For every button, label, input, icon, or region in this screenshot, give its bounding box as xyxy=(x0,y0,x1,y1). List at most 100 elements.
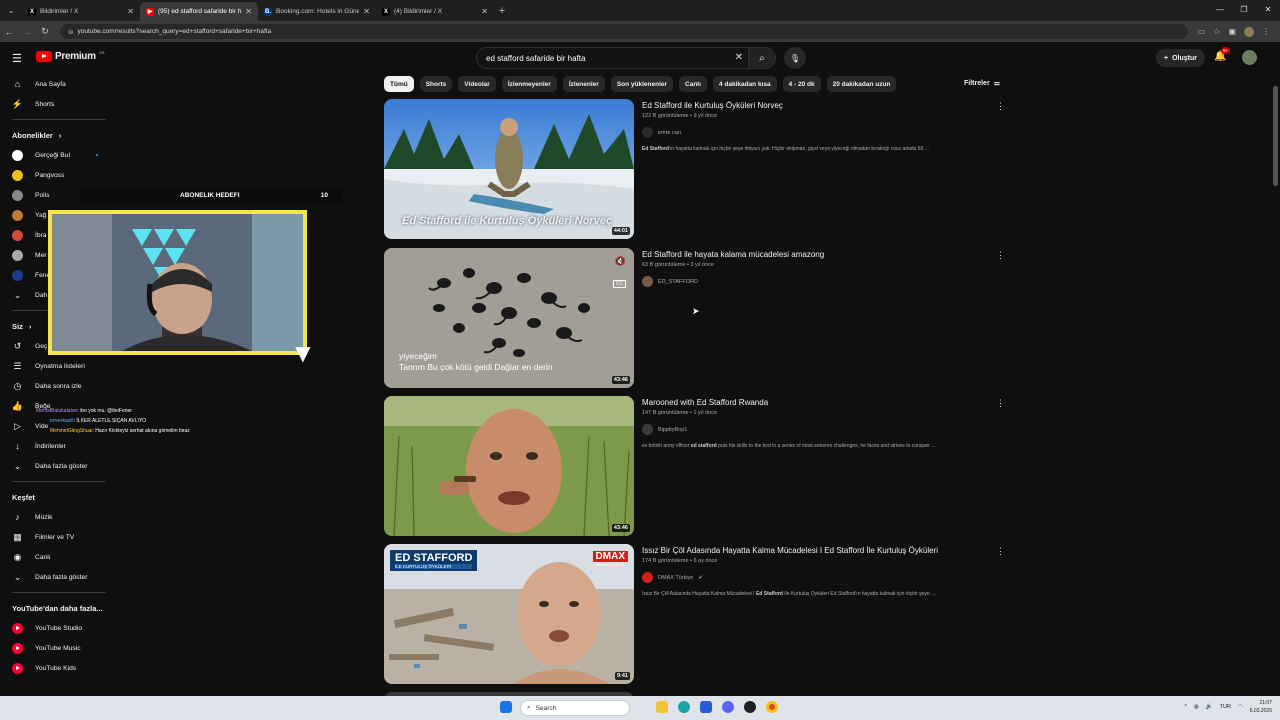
sidebar-item[interactable]: ◉ Canlı xyxy=(0,547,118,567)
channel-name[interactable]: BippityBop1 xyxy=(658,427,687,433)
video-thumbnail[interactable]: ED STAFFORD İLE KURTULUŞ ÖYKÜLERİ DMAX D… xyxy=(384,544,634,684)
filter-chip[interactable]: 4 - 20 dk xyxy=(782,76,821,92)
sidebar-item[interactable]: ↓ İndirilenler xyxy=(0,436,118,456)
youtube-premium-logo[interactable]: Premium GB xyxy=(36,50,104,62)
video-result[interactable]: 🔇 CC yiyeceğim Tanrım Bu çok kötü geldi … xyxy=(384,248,1005,388)
store-icon[interactable] xyxy=(700,701,712,713)
more-actions-icon[interactable]: ⋮ xyxy=(996,250,1005,261)
tray-chevron-icon[interactable]: ^ xyxy=(1184,704,1187,710)
browser-tab[interactable]: ▶ (95) ed stafford safaride bir haft ✕ xyxy=(140,2,258,21)
discord-icon[interactable] xyxy=(722,701,734,713)
account-avatar[interactable] xyxy=(1242,50,1257,65)
more-actions-icon[interactable]: ⋮ xyxy=(996,101,1005,112)
sidebar-item[interactable]: ◷ Daha sonra izle xyxy=(0,376,118,396)
start-windows-icon[interactable] xyxy=(500,701,512,713)
restore-icon[interactable]: ❐ xyxy=(1232,0,1256,20)
url-field[interactable]: ⊜ youtube.com/results?search_query=ed+st… xyxy=(60,24,1188,39)
sidebar-item[interactable]: ⚡ Shorts xyxy=(0,94,118,114)
filter-chip[interactable]: Son yüklenenler xyxy=(610,76,674,92)
sidebar-item[interactable]: YouTube Kids xyxy=(0,658,118,678)
more-actions-icon[interactable]: ⋮ xyxy=(996,546,1005,557)
filter-chip[interactable]: Videolar xyxy=(458,76,496,92)
clock[interactable]: 21:07 6.03.2026 xyxy=(1250,699,1272,715)
sidebar-item[interactable]: YouTube Studio xyxy=(0,618,118,638)
filter-chip[interactable]: Canlı xyxy=(679,76,707,92)
sidebar-section-header[interactable]: Keşfet xyxy=(0,487,118,507)
channel-name[interactable]: emre can xyxy=(658,130,681,136)
channel-avatar[interactable] xyxy=(642,276,653,287)
channel-name[interactable]: ED_STAFFORD xyxy=(658,279,698,285)
filters-button[interactable]: Filtreler ⚌ xyxy=(964,79,1000,88)
clear-search-icon[interactable]: ✕ xyxy=(735,52,743,63)
hamburger-menu-icon[interactable]: ☰ xyxy=(12,52,22,65)
menu-dots-icon[interactable]: ⋮ xyxy=(1262,27,1270,37)
site-info-icon[interactable]: ⊜ xyxy=(68,28,73,36)
captions-icon[interactable]: CC xyxy=(612,280,626,288)
browser-tab[interactable]: B. Booking.com: Hotels in Güney ✕ xyxy=(258,2,376,21)
tab-close-icon[interactable]: ✕ xyxy=(363,7,370,16)
video-title[interactable]: Ed Stafford ile Kurtuluş Öyküleri Norveç xyxy=(642,101,1002,110)
video-result[interactable]: Ed Stafford ile Kurtuluş Öyküleri Norveç… xyxy=(384,99,1005,239)
new-tab-button[interactable]: + xyxy=(494,5,510,17)
mute-icon[interactable]: 🔇 xyxy=(615,256,626,267)
sidebar-section-header[interactable]: YouTube'dan daha fazla... xyxy=(0,598,118,618)
sidebar-section-header[interactable]: Abonelikler › xyxy=(0,125,118,145)
sidebar-item[interactable]: ⌄ Daha fazla göster xyxy=(0,456,118,476)
filter-chip[interactable]: İzlenenler xyxy=(562,76,605,92)
video-title[interactable]: Ed Stafford ile hayata kalama mücadelesi… xyxy=(642,250,1002,259)
taskbar-search[interactable]: ⌕ Search xyxy=(520,700,630,716)
filter-chip[interactable]: Tümü xyxy=(384,76,414,92)
filter-chip[interactable]: 4 dakikadan kısa xyxy=(712,76,777,92)
sidebar-item[interactable]: ⌄ Daha fazla göster xyxy=(0,567,118,587)
sidebar-item[interactable]: ⌂ Ana Sayfa xyxy=(0,74,118,94)
minimize-icon[interactable]: — xyxy=(1208,0,1232,20)
search-input[interactable]: ed stafford safaride bir hafta ✕ xyxy=(476,47,750,69)
channel-avatar[interactable] xyxy=(642,127,653,138)
video-title[interactable]: Issız Bir Çöl Adasında Hayatta Kalma Müc… xyxy=(642,546,1002,555)
video-title[interactable]: Marooned with Ed Stafford Rwanda xyxy=(642,398,1002,407)
volume-icon[interactable]: 🔊 xyxy=(1206,704,1213,710)
browser-tab[interactable]: X (4) Bildirimler / X ✕ xyxy=(376,2,494,21)
more-actions-icon[interactable]: ⋮ xyxy=(996,398,1005,409)
tab-close-icon[interactable]: ✕ xyxy=(481,7,488,16)
sidebar-item[interactable]: YouTube Music xyxy=(0,638,118,658)
filter-chip[interactable]: İzlenmeyenler xyxy=(501,76,557,92)
sidebar-item[interactable]: ▦ Filmler ve TV xyxy=(0,527,118,547)
cast-icon[interactable]: ▭ xyxy=(1198,27,1206,37)
sidebar-item[interactable]: Pangvoss xyxy=(0,165,118,185)
browser-tab[interactable]: X Bildirimler / X ✕ xyxy=(22,2,140,21)
video-thumbnail[interactable]: Ed Stafford ile Kurtuluş Öyküleri Norveç… xyxy=(384,99,634,239)
channel-avatar[interactable] xyxy=(642,424,653,435)
notifications-button[interactable]: 🔔 9+ xyxy=(1214,47,1231,62)
video-thumbnail[interactable]: 43:46 xyxy=(384,396,634,536)
tab-search-icon[interactable]: ⌄ xyxy=(0,6,22,15)
chrome-icon[interactable] xyxy=(766,701,778,713)
wifi-icon[interactable]: ◠ xyxy=(1238,704,1243,710)
close-window-icon[interactable]: ✕ xyxy=(1256,0,1280,20)
reload-icon[interactable]: ↻ xyxy=(36,26,54,37)
input-language[interactable]: TUR xyxy=(1220,704,1231,710)
app-icon[interactable] xyxy=(744,701,756,713)
extensions-icon[interactable]: ▣ xyxy=(1228,27,1236,37)
network-icon[interactable]: ◍ xyxy=(1194,704,1199,710)
forward-icon[interactable]: → xyxy=(18,27,36,37)
channel-row[interactable]: ED_STAFFORD xyxy=(642,276,1002,287)
channel-avatar[interactable] xyxy=(642,572,653,583)
channel-row[interactable]: emre can xyxy=(642,127,1002,138)
tab-close-icon[interactable]: ✕ xyxy=(245,7,252,16)
file-explorer-icon[interactable] xyxy=(656,701,668,713)
search-button[interactable]: ⌕ xyxy=(748,47,776,69)
filter-chip[interactable]: 20 dakikadan uzun xyxy=(826,76,897,92)
channel-row[interactable]: DMAX Türkiye ✔ xyxy=(642,572,1002,583)
video-result[interactable]: ED STAFFORD İLE KURTULUŞ ÖYKÜLERİ DMAX D… xyxy=(384,544,1005,684)
sidebar-item[interactable]: ♪ Müzik xyxy=(0,507,118,527)
profile-avatar[interactable] xyxy=(1244,26,1254,37)
back-icon[interactable]: ← xyxy=(0,27,18,37)
tab-close-icon[interactable]: ✕ xyxy=(127,7,134,16)
bookmark-star-icon[interactable]: ☆ xyxy=(1213,27,1220,37)
channel-name[interactable]: DMAX Türkiye xyxy=(658,575,693,581)
create-button[interactable]: + Oluştur xyxy=(1156,49,1205,67)
edge-icon[interactable] xyxy=(678,701,690,713)
channel-row[interactable]: BippityBop1 xyxy=(642,424,1002,435)
sidebar-item[interactable]: Gerçeği Bul xyxy=(0,145,118,165)
